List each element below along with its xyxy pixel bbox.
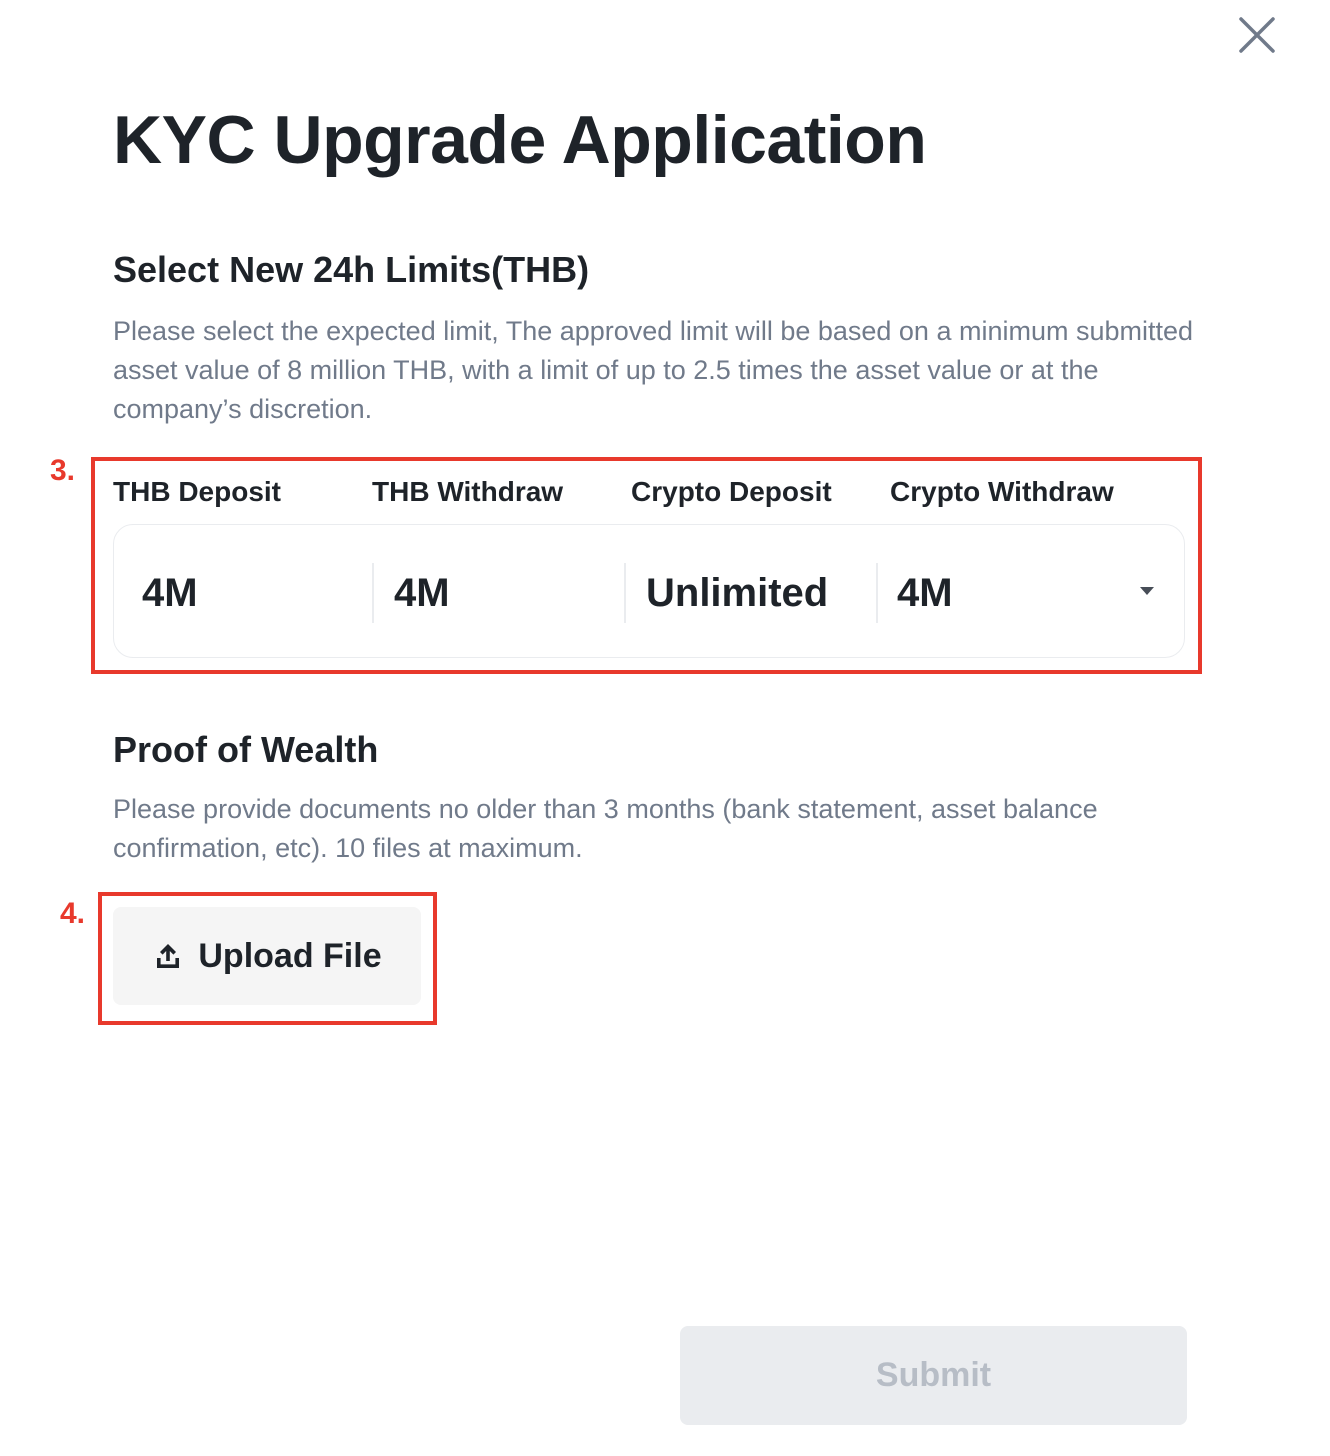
limits-select-dropdown[interactable]: 4M 4M Unlimited 4M (113, 524, 1185, 658)
upload-file-label: Upload File (198, 937, 382, 975)
close-button[interactable] (1236, 14, 1278, 56)
submit-button[interactable]: Submit (680, 1326, 1187, 1425)
proof-of-wealth-heading: Proof of Wealth (113, 729, 379, 770)
divider (876, 563, 878, 623)
proof-of-wealth-description: Please provide documents no older than 3… (113, 794, 1098, 863)
annotation-step-4: 4. (60, 897, 86, 930)
dialog-title: KYC Upgrade Application (113, 102, 927, 178)
crypto-withdraw-label: Crypto Withdraw (890, 476, 1114, 507)
thb-deposit-label: THB Deposit (113, 476, 281, 507)
limits-description: Please select the expected limit, The ap… (113, 316, 1194, 424)
kyc-upgrade-dialog: KYC Upgrade Application Select New 24h L… (0, 0, 1330, 1456)
limits-heading: Select New 24h Limits(THB) (113, 249, 590, 290)
crypto-deposit-label: Crypto Deposit (631, 476, 832, 507)
upload-file-button[interactable]: Upload File (113, 907, 421, 1005)
thb-deposit-value: 4M (142, 571, 198, 615)
divider (372, 563, 374, 623)
crypto-deposit-value: Unlimited (646, 571, 829, 615)
upload-icon (157, 944, 180, 968)
caret-down-icon[interactable] (1138, 585, 1156, 597)
crypto-withdraw-value: 4M (897, 571, 953, 615)
limit-column-labels: THB Deposit THB Withdraw Crypto Deposit … (113, 474, 1188, 510)
divider (624, 563, 626, 623)
thb-withdraw-value: 4M (394, 571, 450, 615)
annotation-step-3: 3. (50, 454, 76, 487)
thb-withdraw-label: THB Withdraw (372, 476, 564, 507)
close-icon (1239, 17, 1275, 53)
